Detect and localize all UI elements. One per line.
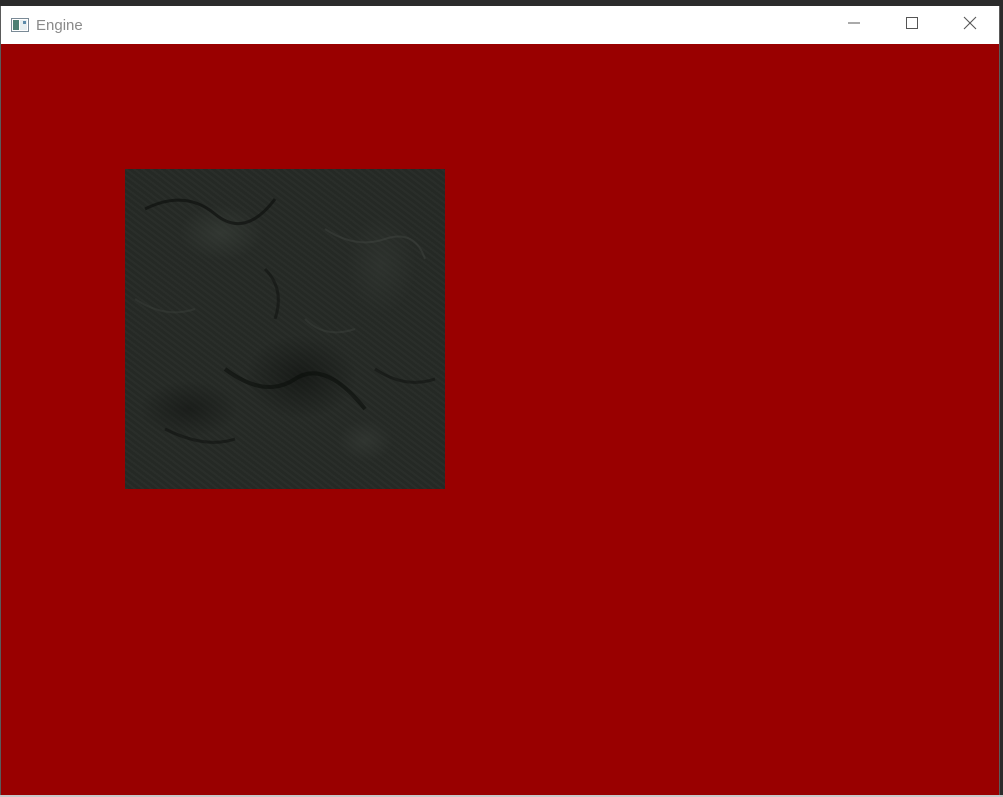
- maximize-button[interactable]: [883, 6, 941, 44]
- textured-quad: [125, 169, 445, 489]
- render-viewport[interactable]: [1, 44, 999, 795]
- minimize-button[interactable]: [825, 6, 883, 44]
- window-app-icon: [11, 18, 29, 32]
- window-title: Engine: [36, 16, 83, 34]
- close-icon: [963, 16, 977, 35]
- engine-window: Engine: [0, 6, 1000, 795]
- close-button[interactable]: [941, 6, 999, 44]
- title-bar[interactable]: Engine: [1, 6, 999, 44]
- minimize-icon: [848, 16, 860, 34]
- caption-buttons: [825, 6, 999, 44]
- maximize-icon: [906, 16, 918, 34]
